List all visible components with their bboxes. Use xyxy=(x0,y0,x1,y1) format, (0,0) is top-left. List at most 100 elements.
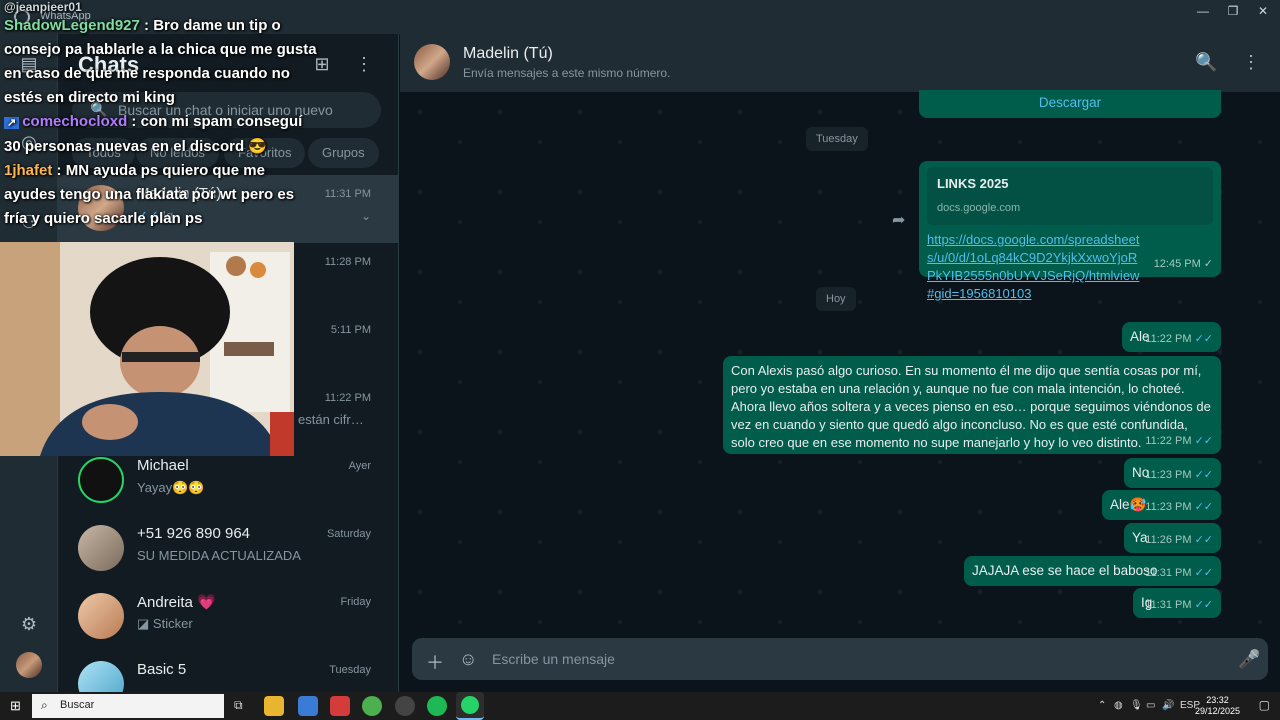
message-input[interactable]: Escribe un mensaje xyxy=(492,651,615,667)
message-meta: 11:31 PM ✓✓ xyxy=(1145,596,1213,614)
chat-preview-text: Sticker xyxy=(152,616,193,631)
tray-chevron-up-icon[interactable]: ⌃ xyxy=(1098,700,1106,711)
chat-row-phone[interactable]: +51 926 890 964 Saturday SU MEDIDA ACTUA… xyxy=(58,515,399,583)
overlay-username: 1jhafet xyxy=(4,162,53,179)
windows-start-icon[interactable]: ⊞ xyxy=(10,698,21,714)
conversation-header[interactable]: Madelin (Tú) Envía mensajes a este mismo… xyxy=(400,34,1280,92)
emoji-sticker-icon[interactable]: ☺ xyxy=(459,649,477,670)
chat-row-michael[interactable]: Michael Ayer Yayay😳😳 xyxy=(58,447,399,515)
link-title: LINKS 2025 xyxy=(937,176,1009,191)
chat-preview: ◪ Sticker xyxy=(137,616,193,632)
webcam-feed xyxy=(0,242,294,456)
windows-taskbar: ⊞ ⌕ Buscar ⧉ ⌃ ◍ 🎙 ▭ 🔊 ESP 23:32 29/12/2… xyxy=(0,692,1280,720)
sub-badge-icon: ↗ xyxy=(4,117,20,129)
task-view-icon[interactable]: ⧉ xyxy=(234,698,243,713)
maximize-icon[interactable]: ❐ xyxy=(1222,4,1244,18)
chat-time: 11:31 PM xyxy=(324,188,371,200)
network-icon[interactable]: ▭ xyxy=(1146,700,1155,711)
chat-time: 11:22 PM xyxy=(324,392,371,404)
menu-icon[interactable]: ⋮ xyxy=(1242,52,1260,73)
read-ticks-icon: ✓✓ xyxy=(1194,567,1213,579)
chat-time: Tuesday xyxy=(329,664,371,676)
message-time: 11:26 PM xyxy=(1145,534,1192,546)
link-domain: docs.google.com xyxy=(937,202,1021,214)
message-meta: 11:23 PM ✓✓ xyxy=(1145,498,1213,516)
clock-date: 29/12/2025 xyxy=(1194,706,1240,716)
link-message: LINKS 2025 docs.google.com https://docs.… xyxy=(919,161,1221,301)
avatar xyxy=(78,661,124,692)
taskbar-clock[interactable]: 23:32 29/12/2025 xyxy=(1195,695,1240,717)
taskbar-search-placeholder: Buscar xyxy=(60,699,95,711)
close-icon[interactable]: ✕ xyxy=(1252,4,1274,18)
chevron-down-icon[interactable]: ⌄ xyxy=(361,209,371,223)
profile-avatar[interactable] xyxy=(16,652,42,678)
chat-row-andreita[interactable]: Andreita 💗 Friday ◪ Sticker xyxy=(58,583,399,651)
message-meta: 11:22 PM ✓✓ xyxy=(1145,432,1213,450)
chat-time: Ayer xyxy=(348,460,371,472)
chat-name: Andreita 💗 xyxy=(137,594,216,611)
streamer-handle: @jeanpieer01 xyxy=(4,0,82,14)
message-composer[interactable]: ＋ ☺ Escribe un mensaje 🎤 xyxy=(412,638,1268,680)
read-ticks-icon: ✓✓ xyxy=(1194,599,1213,611)
tray-icon[interactable]: ◍ xyxy=(1114,700,1123,711)
notifications-icon[interactable]: ▢ xyxy=(1259,698,1270,712)
overlay-message: ShadowLegend927 : Bro dame un tip o cons… xyxy=(4,17,317,106)
date-separator: Hoy xyxy=(816,287,856,311)
message-meta: 11:31 PM ✓✓ xyxy=(1145,564,1213,582)
avatar xyxy=(78,525,124,571)
clock-time: 23:32 xyxy=(1206,695,1229,705)
read-ticks-icon: ✓✓ xyxy=(1194,501,1213,513)
message-bubble: JAJAJA ese se hace el baboso 11:31 PM ✓✓ xyxy=(964,556,1221,586)
spotify-icon[interactable] xyxy=(427,696,447,716)
search-icon: ⌕ xyxy=(41,698,48,712)
message-meta: 11:26 PM ✓✓ xyxy=(1145,531,1213,549)
message-time: 11:23 PM xyxy=(1145,501,1192,513)
chat-preview: SU MEDIDA ACTUALIZADA xyxy=(137,548,301,563)
obs-icon[interactable] xyxy=(395,696,415,716)
read-ticks-icon: ✓✓ xyxy=(1194,469,1213,481)
read-ticks-icon: ✓✓ xyxy=(1194,534,1213,546)
overlay-message: ↗ comechocloxd : con mi spam conseguí 30 … xyxy=(4,113,303,155)
file-explorer-icon[interactable] xyxy=(264,696,284,716)
chrome-icon[interactable] xyxy=(362,696,382,716)
chat-name: Michael xyxy=(137,457,189,474)
message-meta: 12:45 PM ✓ xyxy=(1154,255,1213,273)
contact-subtitle: Envía mensajes a este mismo número. xyxy=(463,66,671,80)
chat-time: Saturday xyxy=(326,528,371,540)
chat-preview: están cifr… xyxy=(298,412,364,427)
stream-chat-overlay: @jeanpieer01 ShadowLegend927 : Bro dame … xyxy=(0,0,320,231)
sticker-icon: ◪ xyxy=(137,616,150,631)
forward-icon[interactable]: ➦ xyxy=(892,210,905,230)
message-bubble: Ale 11:22 PM ✓✓ xyxy=(1122,322,1221,352)
message-time: 11:31 PM xyxy=(1145,599,1192,611)
search-icon[interactable]: 🔍 xyxy=(1195,52,1217,73)
whatsapp-window: WhatsApp — ❐ ✕ ▤ ◎ ⚇ ⚙ Chats ⊞ ⋮ 🔍 Busca… xyxy=(0,0,1280,720)
message-time: 11:23 PM xyxy=(1145,469,1192,481)
settings-icon[interactable]: ⚙ xyxy=(17,612,41,636)
volume-icon[interactable]: 🔊 xyxy=(1162,700,1174,711)
microphone-icon[interactable]: 🎙 xyxy=(1130,700,1143,711)
message-time: 12:45 PM xyxy=(1153,258,1201,270)
message-meta: 11:22 PM ✓✓ xyxy=(1145,330,1213,348)
overlay-username: comechocloxd xyxy=(22,113,128,130)
minimize-icon[interactable]: — xyxy=(1192,4,1214,18)
overlay-username: ShadowLegend927 xyxy=(4,17,140,34)
link-preview-card[interactable]: LINKS 2025 docs.google.com xyxy=(927,167,1213,225)
read-ticks-icon: ✓✓ xyxy=(1194,333,1213,345)
message-text: Con Alexis pasó algo curioso. En su mome… xyxy=(731,363,1211,450)
message-bubble: Ig 11:31 PM ✓✓ xyxy=(1133,588,1221,618)
attach-plus-icon[interactable]: ＋ xyxy=(426,649,444,675)
avatar xyxy=(78,593,124,639)
taskbar-search[interactable]: ⌕ Buscar xyxy=(32,694,224,718)
whatsapp-taskbar-button[interactable] xyxy=(456,692,484,720)
download-button[interactable]: Descargar xyxy=(919,90,1221,118)
menu-icon[interactable]: ⋮ xyxy=(352,54,376,78)
chat-preview: Yayay😳😳 xyxy=(137,480,205,495)
chat-row-basic5[interactable]: Basic 5 Tuesday xyxy=(58,651,399,692)
microphone-icon[interactable]: 🎤 xyxy=(1238,649,1260,670)
message-time: 11:22 PM xyxy=(1145,333,1192,345)
app-icon[interactable] xyxy=(330,696,350,716)
chat-name: Basic 5 xyxy=(137,661,187,678)
contact-avatar[interactable] xyxy=(414,44,450,80)
app-icon[interactable] xyxy=(298,696,318,716)
